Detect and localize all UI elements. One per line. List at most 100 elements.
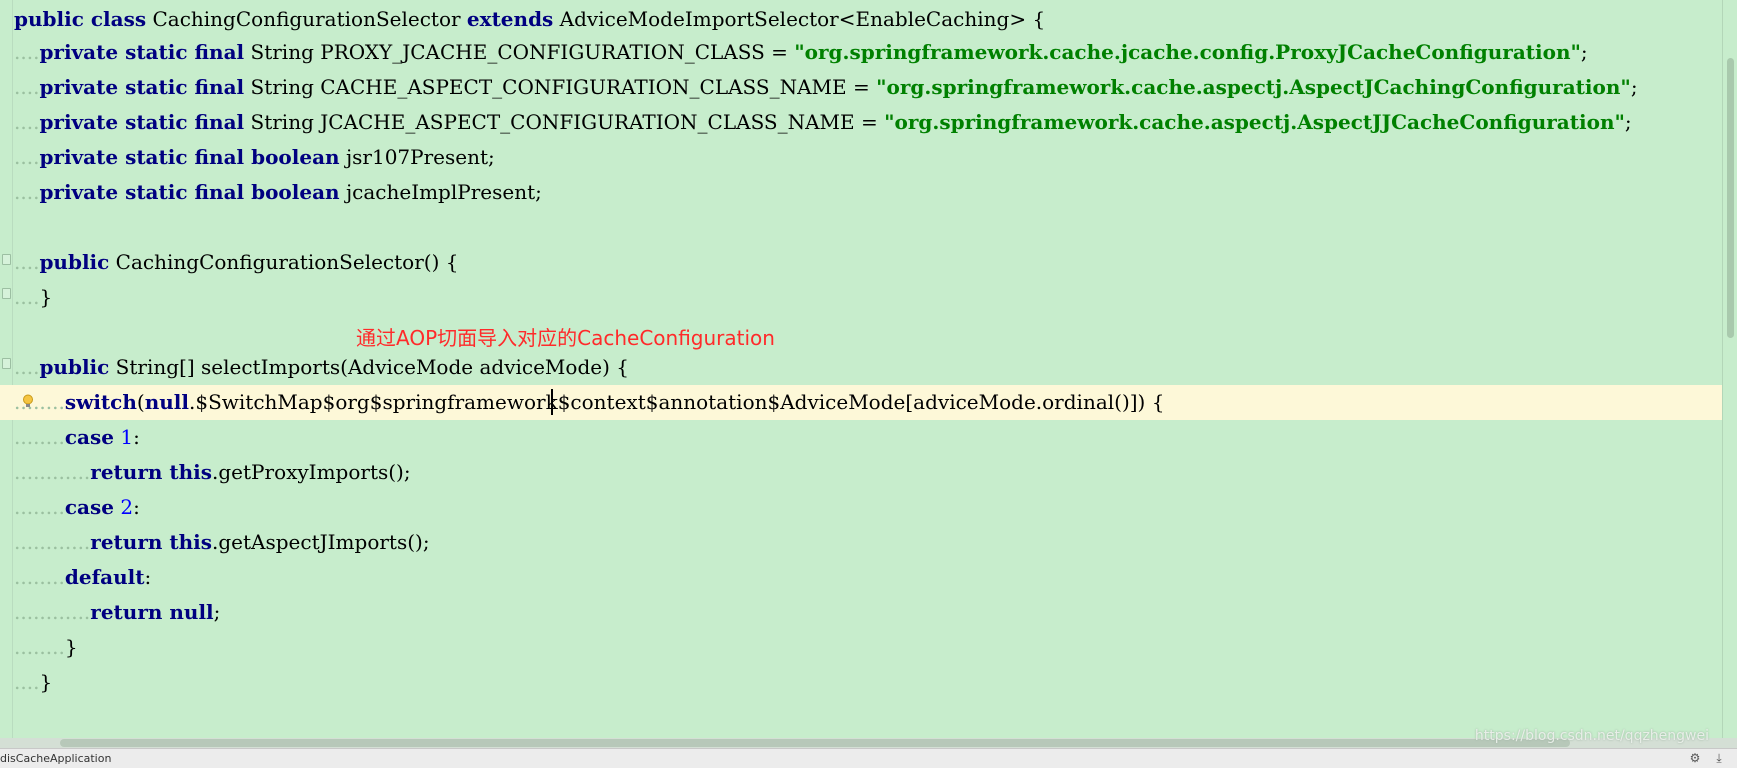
code-line[interactable]: ....} (0, 280, 1722, 315)
code-token: ( (136, 390, 145, 414)
code-line-current[interactable]: ........switch(null.$SwitchMap$org$sprin… (0, 385, 1722, 420)
code-line-text: ............return this.getAspectJImport… (14, 525, 430, 560)
code-line[interactable]: ....private static final String PROXY_JC… (0, 35, 1722, 70)
horizontal-scrollbar-thumb[interactable] (60, 739, 1570, 747)
status-bar: disCacheApplication https://blog.csdn.ne… (0, 728, 1737, 768)
lightbulb-icon[interactable] (22, 394, 34, 409)
code-token: case (64, 425, 114, 449)
watermark: https://blog.csdn.net/qqzhengwei (1474, 728, 1709, 744)
indent-guide: .... (14, 180, 40, 204)
code-token: ; (1580, 40, 1588, 64)
code-token: public (39, 250, 110, 274)
code-token: ; (1630, 75, 1638, 99)
code-line[interactable]: ............return null; (0, 595, 1722, 630)
code-token: default (64, 565, 145, 589)
indent-guide: .... (14, 285, 40, 309)
indent-guide: ............ (14, 460, 91, 484)
code-line-text: ............return this.getProxyImports(… (14, 455, 411, 490)
code-line[interactable]: ........} (0, 630, 1722, 665)
code-token: .$SwitchMap$org$springframework$context$… (188, 390, 1165, 414)
code-line-text: ........switch(null.$SwitchMap$org$sprin… (14, 385, 1164, 420)
code-token: .getProxyImports(); (212, 460, 411, 484)
code-line-text: ....private static final boolean jcacheI… (14, 175, 542, 210)
vertical-scrollbar-thumb[interactable] (1727, 58, 1734, 338)
code-line[interactable]: public class CachingConfigurationSelecto… (0, 2, 1722, 37)
indent-guide: ........ (14, 495, 65, 519)
code-line-text: public class CachingConfigurationSelecto… (14, 2, 1045, 37)
indent-guide: ............ (14, 600, 91, 624)
code-token: String CACHE_ASPECT_CONFIGURATION_CLASS_… (244, 75, 877, 99)
download-icon[interactable]: ⤓ (1712, 751, 1726, 765)
indent-guide: ........ (14, 635, 65, 659)
code-token: } (64, 635, 78, 659)
annotation-note: 通过AOP切面导入对应的CacheConfiguration (356, 326, 775, 350)
code-token: String JCACHE_ASPECT_CONFIGURATION_CLASS… (244, 110, 885, 134)
code-token: return this (90, 530, 213, 554)
code-token: return this (90, 460, 213, 484)
code-token: ; (213, 600, 221, 624)
code-token: ; (1624, 110, 1632, 134)
code-line[interactable]: ....private static final String JCACHE_A… (0, 105, 1722, 140)
code-token: 2 (120, 495, 134, 519)
code-line[interactable]: ....} (0, 665, 1722, 700)
code-token: jsr107Present; (339, 145, 495, 169)
code-line-text: ........default: (14, 560, 151, 595)
code-token: } (39, 670, 53, 694)
code-line-text: ....private static final String CACHE_AS… (14, 70, 1638, 105)
vertical-scrollbar[interactable] (1722, 0, 1737, 738)
code-token: 1 (120, 425, 134, 449)
indent-guide: ........ (14, 425, 65, 449)
code-line[interactable]: ........default: (0, 560, 1722, 595)
indent-guide: .... (14, 670, 40, 694)
code-line-text: ............return null; (14, 595, 220, 630)
code-token: public class (14, 7, 147, 31)
code-line[interactable]: ....private static final boolean jsr107P… (0, 140, 1722, 175)
indent-guide: .... (14, 250, 40, 274)
code-token: private static final boolean (39, 145, 340, 169)
code-line[interactable] (0, 210, 1722, 245)
gear-icon[interactable]: ⚙ (1688, 751, 1702, 765)
indent-guide: .... (14, 145, 40, 169)
code-token: : (133, 495, 140, 519)
code-token: "org.springframework.cache.aspectj.Aspec… (884, 110, 1625, 134)
indent-guide: .... (14, 355, 40, 379)
code-token: switch (64, 390, 137, 414)
code-token: "org.springframework.cache.aspectj.Aspec… (876, 75, 1631, 99)
code-line[interactable]: ....private static final boolean jcacheI… (0, 175, 1722, 210)
code-token: CachingConfigurationSelector() { (109, 250, 459, 274)
indent-guide: .... (14, 75, 40, 99)
code-line[interactable]: ............return this.getAspectJImport… (0, 525, 1722, 560)
code-token: } (39, 285, 53, 309)
run-config-label[interactable]: disCacheApplication (0, 749, 111, 768)
code-token: return null (90, 600, 214, 624)
code-line[interactable]: ........case 1: (0, 420, 1722, 455)
code-token: extends (466, 7, 554, 31)
code-token: null (144, 390, 189, 414)
code-token: private static final (39, 40, 245, 64)
code-line[interactable] (0, 315, 1722, 350)
code-line[interactable]: ....public String[] selectImports(Advice… (0, 350, 1722, 385)
code-line[interactable]: ....public CachingConfigurationSelector(… (0, 245, 1722, 280)
code-token: case (64, 495, 114, 519)
code-line-text: ....private static final String PROXY_JC… (14, 35, 1588, 70)
code-token: jcacheImplPresent; (339, 180, 542, 204)
code-line[interactable]: ........case 2: (0, 490, 1722, 525)
code-editor[interactable]: public class CachingConfigurationSelecto… (0, 0, 1722, 738)
code-line-text: ....} (14, 665, 52, 700)
indent-guide: ............ (14, 530, 91, 554)
code-line[interactable]: ....private static final String CACHE_AS… (0, 70, 1722, 105)
code-token: private static final boolean (39, 180, 340, 204)
code-line-text: ....public String[] selectImports(Advice… (14, 350, 629, 385)
code-line-text: ....} (14, 280, 52, 315)
code-line-text: ....private static final String JCACHE_A… (14, 105, 1632, 140)
code-token: AdviceModeImportSelector<EnableCaching> … (553, 7, 1046, 31)
indent-guide: .... (14, 40, 40, 64)
code-line-text: ........case 1: (14, 420, 140, 455)
code-token: private static final (39, 110, 245, 134)
code-line-text: ....public CachingConfigurationSelector(… (14, 245, 458, 280)
code-token: CachingConfigurationSelector (146, 7, 467, 31)
code-line[interactable]: ............return this.getProxyImports(… (0, 455, 1722, 490)
code-token: public (39, 355, 110, 379)
code-line-text: ........} (14, 630, 78, 665)
code-token: : (144, 565, 152, 589)
